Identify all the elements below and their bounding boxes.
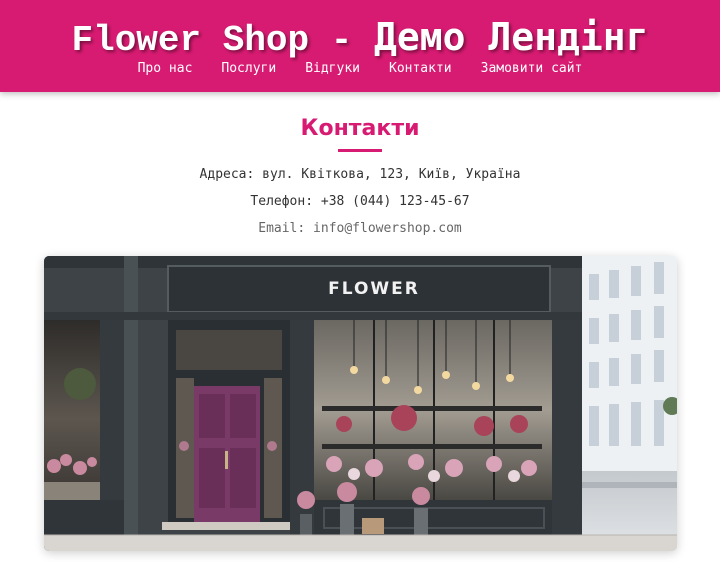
site-header: Flower Shop - Демо Лендінг Про нас Послу…	[0, 0, 720, 92]
site-title: Flower Shop - Демо Лендінг	[0, 12, 720, 66]
section-title: Контакти	[300, 116, 420, 141]
title-underline	[338, 149, 382, 152]
site-title-main: Flower Shop -	[71, 20, 374, 61]
nav-link-services[interactable]: Послуги	[221, 59, 276, 79]
store-sign-text: FLOWER	[328, 279, 420, 299]
contacts-section: Контакти Адреса: вул. Квіткова, 123, Киї…	[0, 112, 720, 242]
storefront-image: FLOWER	[44, 256, 677, 551]
contact-email: Email: info@flowershop.com	[258, 221, 462, 236]
nav-link-order-site[interactable]: Замовити сайт	[481, 59, 583, 79]
contact-address: Адреса: вул. Квіткова, 123, Київ, Україн…	[199, 167, 521, 182]
nav-link-reviews[interactable]: Відгуки	[305, 59, 360, 79]
contact-phone: Телефон: +38 (044) 123-45-67	[250, 194, 470, 209]
nav-link-contacts[interactable]: Контакти	[389, 59, 452, 79]
nav-link-about[interactable]: Про нас	[138, 59, 193, 79]
main-nav: Про нас Послуги Відгуки Контакти Замовит…	[0, 59, 720, 79]
site-title-accent: Демо Лендінг	[373, 15, 649, 59]
